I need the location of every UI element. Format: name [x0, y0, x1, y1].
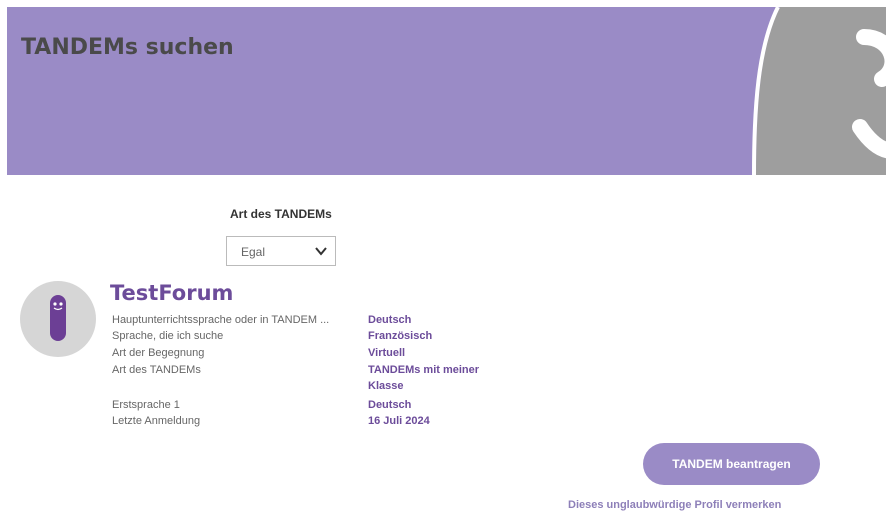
- value-tandem-type: TANDEMs mit meiner Klasse: [368, 364, 480, 392]
- value-first-language: Deutsch: [368, 399, 412, 411]
- tandem-type-select[interactable]: Egal: [226, 236, 336, 266]
- label-last-login: Letzte Anmeldung: [112, 415, 201, 427]
- value-meeting-type: Virtuell: [368, 347, 406, 359]
- request-tandem-button[interactable]: TANDEM beantragen: [643, 443, 820, 485]
- page-title: TANDEMs suchen: [21, 35, 234, 60]
- value-last-login: 16 Juli 2024: [368, 415, 430, 427]
- value-search-language: Französisch: [368, 330, 433, 342]
- report-profile-link[interactable]: Dieses unglaubwürdige Profil vermerken: [568, 499, 781, 511]
- avatar: [20, 281, 96, 357]
- mascot-icon: [50, 295, 66, 341]
- label-search-language: Sprache, die ich suche: [112, 330, 224, 342]
- tandem-mascot-icon: [752, 7, 886, 175]
- select-value: Egal: [241, 245, 266, 259]
- label-first-language: Erstsprache 1: [112, 399, 180, 411]
- chevron-down-icon: [315, 247, 327, 256]
- filter-label: Art des TANDEMs: [230, 207, 332, 221]
- label-tandem-type: Art des TANDEMs: [112, 364, 201, 376]
- value-main-language: Deutsch: [368, 314, 412, 326]
- header-banner: TANDEMs suchen: [7, 7, 886, 175]
- label-main-language: Hauptunterrichtssprache oder in TANDEM .…: [112, 314, 330, 326]
- label-meeting-type: Art der Begegnung: [112, 347, 205, 359]
- profile-name[interactable]: TestForum: [110, 281, 233, 305]
